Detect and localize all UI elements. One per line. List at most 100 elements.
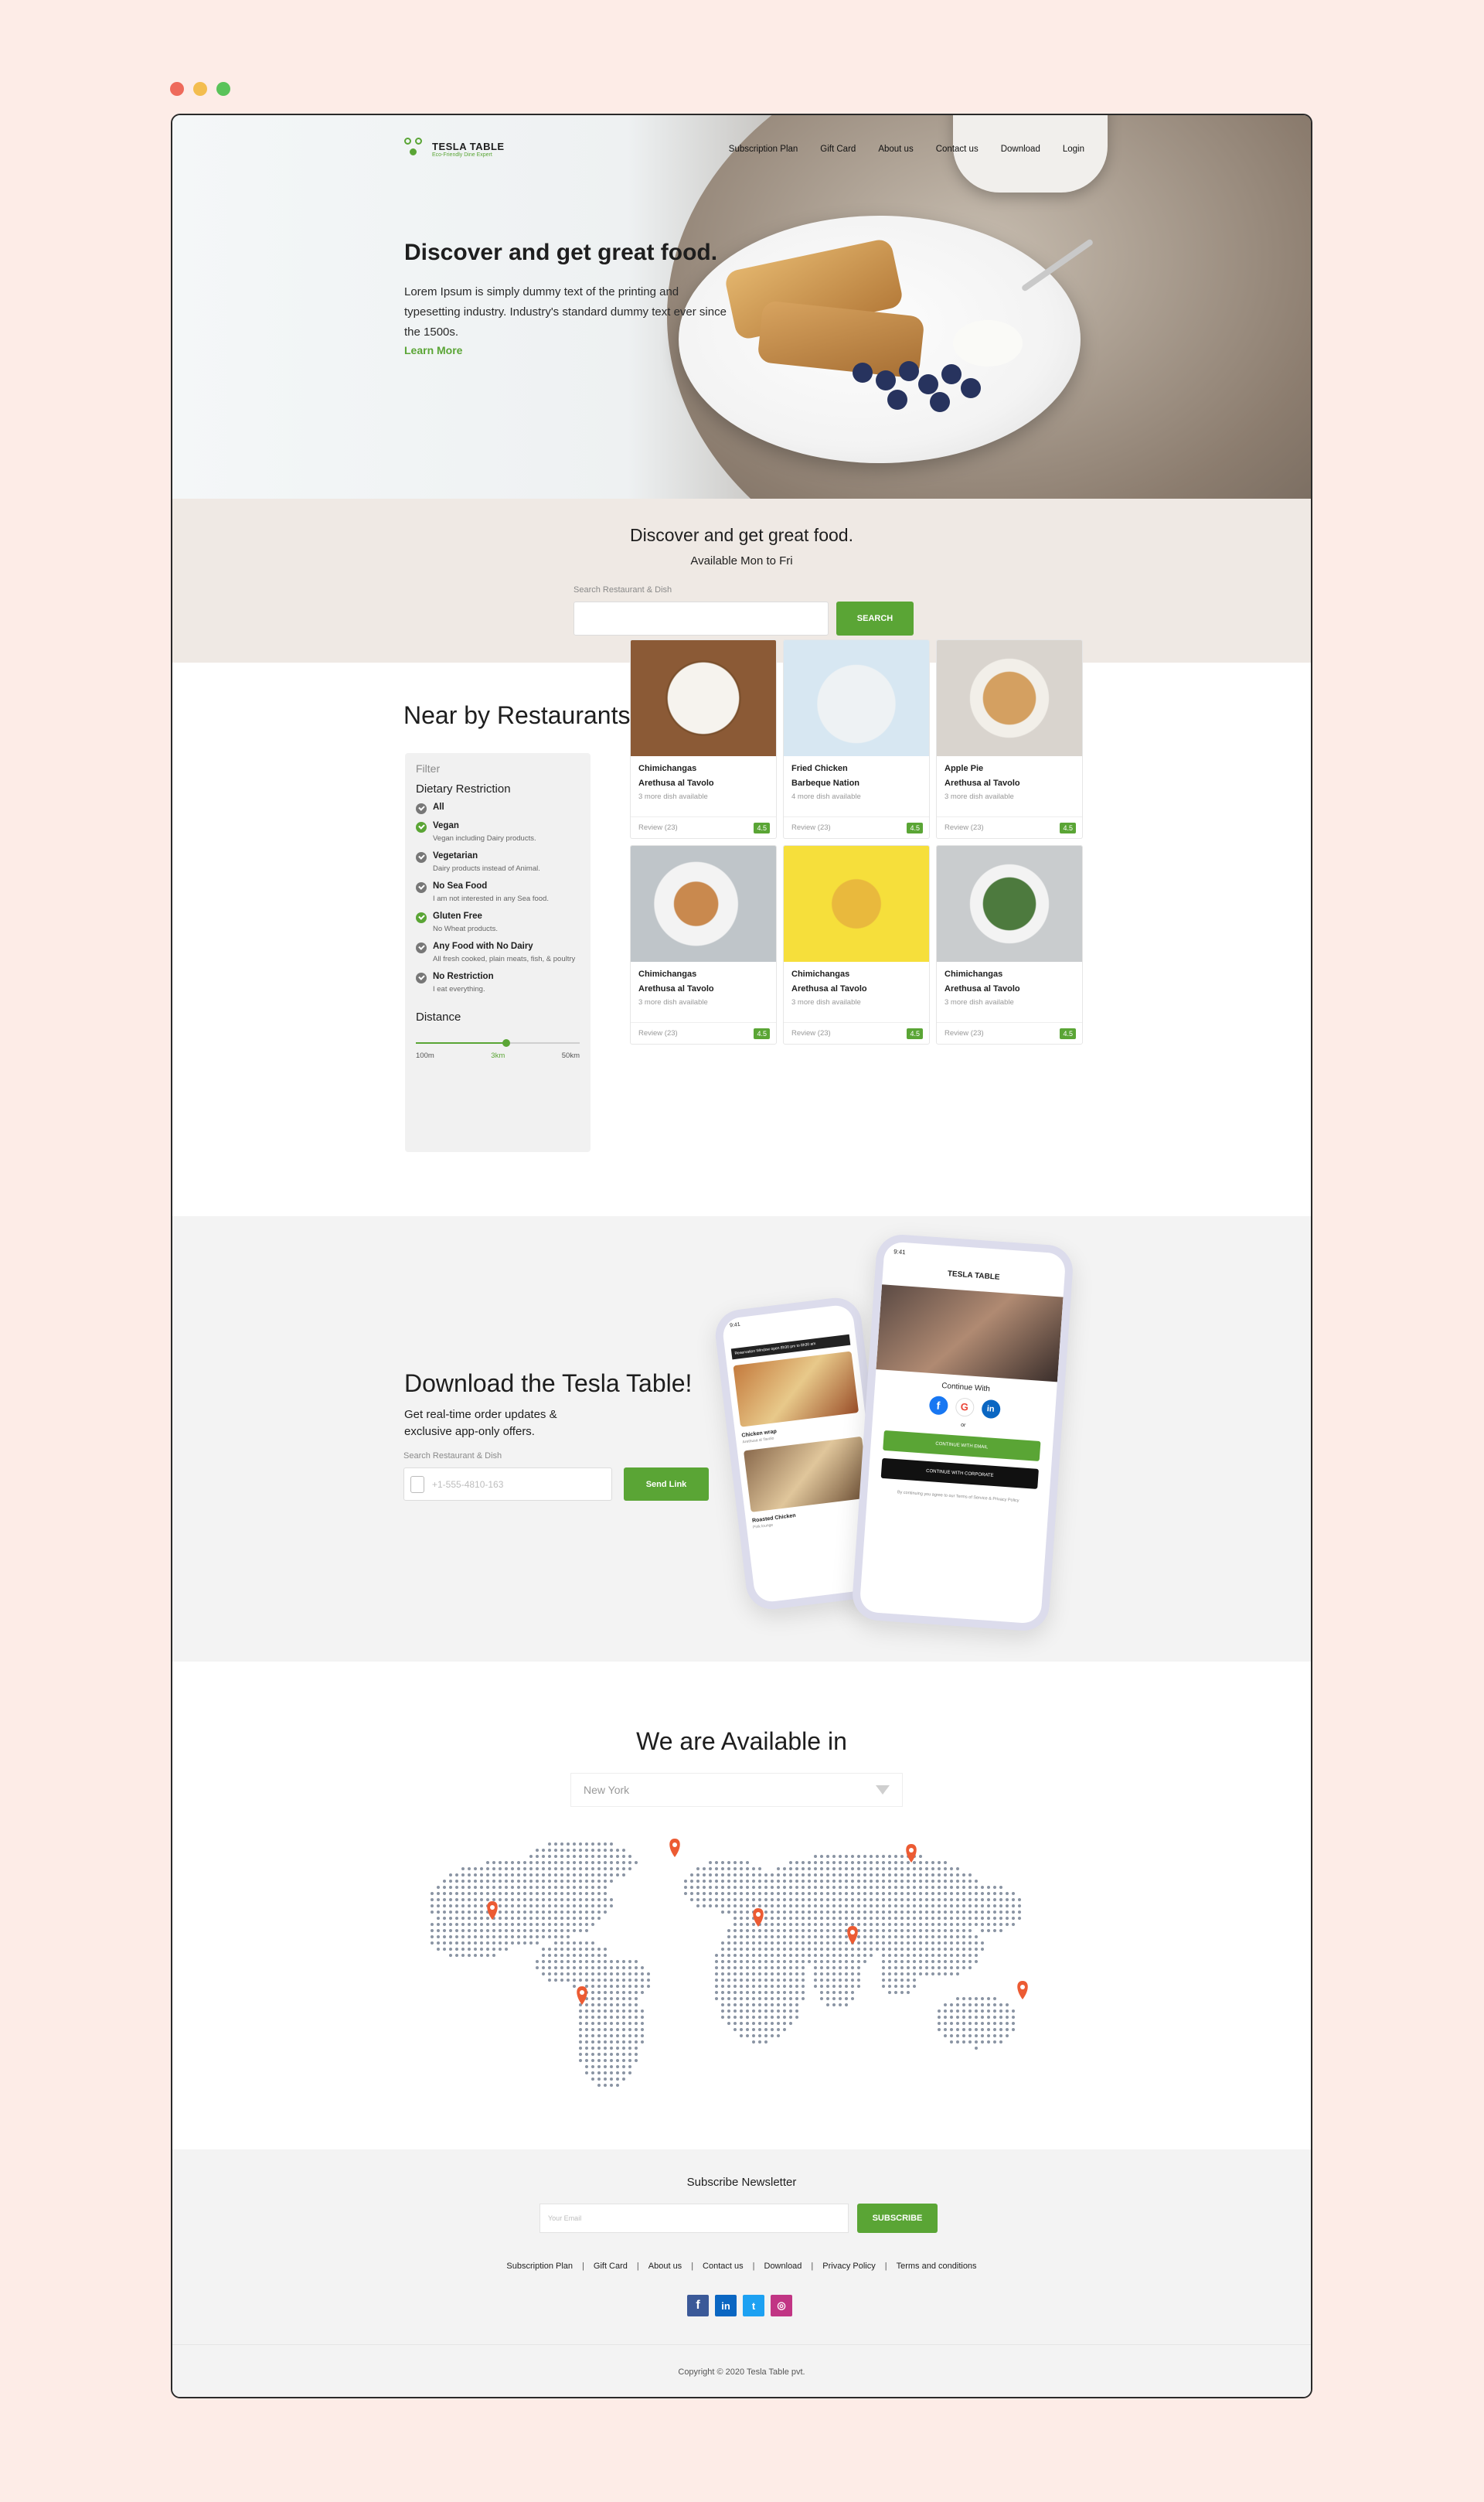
nav-contact-us[interactable]: Contact us — [936, 145, 979, 154]
search-input[interactable] — [574, 602, 829, 636]
subscribe-button[interactable]: SUBSCRIBE — [857, 2204, 938, 2233]
map-dot — [950, 2003, 953, 2006]
location-pin-icon[interactable] — [577, 1986, 587, 2005]
restaurant-card[interactable]: Apple Pie Arethusa al Tavolo 3 more dish… — [936, 639, 1083, 839]
location-pin-icon[interactable] — [669, 1839, 680, 1857]
map-dot — [517, 1880, 520, 1883]
map-dot — [919, 1935, 922, 1938]
map-dot — [913, 1867, 916, 1870]
map-dot — [554, 1898, 557, 1901]
map-dot — [727, 1966, 730, 1969]
map-dot — [950, 1966, 953, 1969]
footer-link[interactable]: Terms and conditions — [887, 2262, 986, 2271]
map-dot — [851, 1979, 854, 1982]
check-icon[interactable] — [416, 882, 427, 893]
map-dot — [777, 2028, 780, 2031]
nav-download[interactable]: Download — [1001, 145, 1040, 154]
dietary-option[interactable]: Vegan Vegan including Dairy products. — [416, 821, 580, 844]
review-count[interactable]: Review (23) — [945, 1029, 984, 1038]
nav-gift-card[interactable]: Gift Card — [820, 145, 856, 154]
review-count[interactable]: Review (23) — [791, 1029, 831, 1038]
map-dot — [919, 1941, 922, 1945]
continue-email-button[interactable]: CONTINUE WITH EMAIL — [883, 1430, 1041, 1462]
search-button[interactable]: SEARCH — [836, 602, 914, 636]
map-dot — [591, 1997, 594, 2000]
logo[interactable]: TESLA TABLE Eco-Friendly Dine Expert — [404, 138, 505, 161]
learn-more-link[interactable]: Learn More — [404, 344, 462, 356]
map-dot — [752, 1892, 755, 1895]
phone-input[interactable]: +1-555-4810-163 — [403, 1467, 612, 1501]
nav-login[interactable]: Login — [1063, 145, 1084, 154]
facebook-icon[interactable]: f — [687, 2295, 709, 2316]
footer-link[interactable]: Subscription Plan — [497, 2262, 582, 2271]
review-count[interactable]: Review (23) — [945, 823, 984, 832]
map-dot — [443, 1911, 446, 1914]
check-icon[interactable] — [416, 852, 427, 863]
map-dot — [721, 1991, 724, 1994]
map-dot — [956, 2009, 959, 2013]
footer-link[interactable]: Privacy Policy — [813, 2262, 884, 2271]
restaurant-card[interactable]: Chimichangas Arethusa al Tavolo 3 more d… — [936, 845, 1083, 1045]
map-dot — [591, 1966, 594, 1969]
nav-subscription-plan[interactable]: Subscription Plan — [729, 145, 798, 154]
minimize-dot[interactable] — [193, 82, 207, 96]
map-dot — [783, 1892, 786, 1895]
location-pin-icon[interactable] — [906, 1844, 917, 1863]
review-count[interactable]: Review (23) — [638, 1029, 678, 1038]
footer-link[interactable]: Download — [755, 2262, 812, 2271]
continue-corporate-button[interactable]: CONTINUE WITH CORPORATE — [880, 1457, 1039, 1489]
location-pin-icon[interactable] — [847, 1926, 858, 1945]
dietary-option[interactable]: All — [416, 803, 580, 814]
restaurant-card[interactable]: Chimichangas Arethusa al Tavolo 3 more d… — [630, 845, 777, 1045]
map-dot — [517, 1861, 520, 1864]
map-dot — [579, 1948, 582, 1951]
review-count[interactable]: Review (23) — [638, 823, 678, 832]
restaurant-card[interactable]: Fried Chicken Barbeque Nation 4 more dis… — [783, 639, 930, 839]
review-count[interactable]: Review (23) — [791, 823, 831, 832]
map-dot — [585, 2065, 588, 2068]
dietary-option[interactable]: Vegetarian Dairy products instead of Ani… — [416, 851, 580, 874]
restaurant-card[interactable]: Chimichangas Arethusa al Tavolo 3 more d… — [630, 639, 777, 839]
map-dot — [622, 1873, 625, 1876]
nav-about-us[interactable]: About us — [878, 145, 913, 154]
footer-link[interactable]: Contact us — [693, 2262, 753, 2271]
map-dot — [888, 1886, 891, 1889]
dietary-option[interactable]: Any Food with No Dairy All fresh cooked,… — [416, 942, 580, 965]
close-dot[interactable] — [170, 82, 184, 96]
check-icon[interactable] — [416, 803, 427, 814]
dietary-option[interactable]: Gluten Free No Wheat products. — [416, 912, 580, 935]
map-dot — [635, 1972, 638, 1975]
facebook-icon[interactable]: f — [928, 1395, 948, 1416]
linkedin-icon[interactable]: in — [715, 2295, 737, 2316]
check-icon[interactable] — [416, 822, 427, 833]
google-icon[interactable]: G — [954, 1397, 975, 1417]
linkedin-icon[interactable]: in — [980, 1399, 1001, 1420]
twitter-icon[interactable]: t — [743, 2295, 764, 2316]
newsletter-email-input[interactable]: Your Email — [539, 2204, 849, 2233]
map-dot — [975, 1911, 978, 1914]
city-select[interactable]: New York — [570, 1773, 903, 1807]
location-pin-icon[interactable] — [1017, 1981, 1028, 1999]
check-icon[interactable] — [416, 912, 427, 923]
distance-slider[interactable] — [416, 1038, 580, 1048]
map-dot — [900, 1966, 904, 1969]
map-dot — [863, 1948, 866, 1951]
map-dot — [820, 1966, 823, 1969]
map-dot — [944, 1966, 947, 1969]
check-icon[interactable] — [416, 973, 427, 983]
dietary-option[interactable]: No Restriction I eat everything. — [416, 972, 580, 995]
map-dot — [839, 1867, 842, 1870]
check-icon[interactable] — [416, 943, 427, 953]
map-dot — [987, 1917, 990, 1920]
restaurant-name: Arethusa al Tavolo — [791, 984, 867, 994]
slider-handle[interactable] — [502, 1039, 510, 1047]
footer-link[interactable]: About us — [639, 2262, 691, 2271]
location-pin-icon[interactable] — [487, 1901, 498, 1920]
map-dot — [573, 1886, 576, 1889]
send-link-button[interactable]: Send Link — [624, 1467, 709, 1501]
footer-link[interactable]: Gift Card — [584, 2262, 637, 2271]
maximize-dot[interactable] — [216, 82, 230, 96]
instagram-icon[interactable]: ◎ — [771, 2295, 792, 2316]
dietary-option[interactable]: No Sea Food I am not interested in any S… — [416, 881, 580, 905]
restaurant-card[interactable]: Chimichangas Arethusa al Tavolo 3 more d… — [783, 845, 930, 1045]
